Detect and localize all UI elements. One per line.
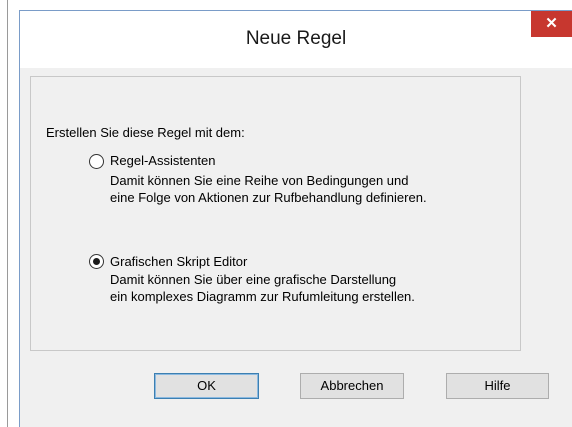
background-window-edge [7, 0, 8, 427]
option-desc-script-editor-line1: Damit können Sie über eine grafische Dar… [110, 272, 397, 287]
radio-graphical-script-editor[interactable] [89, 254, 104, 269]
close-button[interactable]: ✕ [531, 11, 572, 37]
option-desc-rule-wizard-line2: eine Folge von Aktionen zur Rufbehandlun… [110, 190, 427, 205]
cancel-button[interactable]: Abbrechen [300, 373, 404, 399]
title-bar: Neue Regel ✕ [20, 11, 572, 68]
help-button[interactable]: Hilfe [446, 373, 549, 399]
options-group [30, 76, 521, 351]
dialog-title: Neue Regel [245, 28, 347, 49]
radio-rule-wizard[interactable] [89, 154, 104, 169]
prompt-label: Erstellen Sie diese Regel mit dem: [46, 125, 245, 140]
option-desc-script-editor-line2: ein komplexes Diagramm zur Rufumleitung … [110, 289, 415, 304]
radio-selected-dot [93, 258, 100, 265]
option-desc-rule-wizard-line1: Damit können Sie eine Reihe von Bedingun… [110, 173, 409, 188]
option-label-rule-wizard[interactable]: Regel-Assistenten [110, 153, 216, 168]
option-label-graphical-script-editor[interactable]: Grafischen Skript Editor [110, 254, 247, 269]
ok-button[interactable]: OK [154, 373, 259, 399]
close-icon: ✕ [545, 15, 558, 32]
